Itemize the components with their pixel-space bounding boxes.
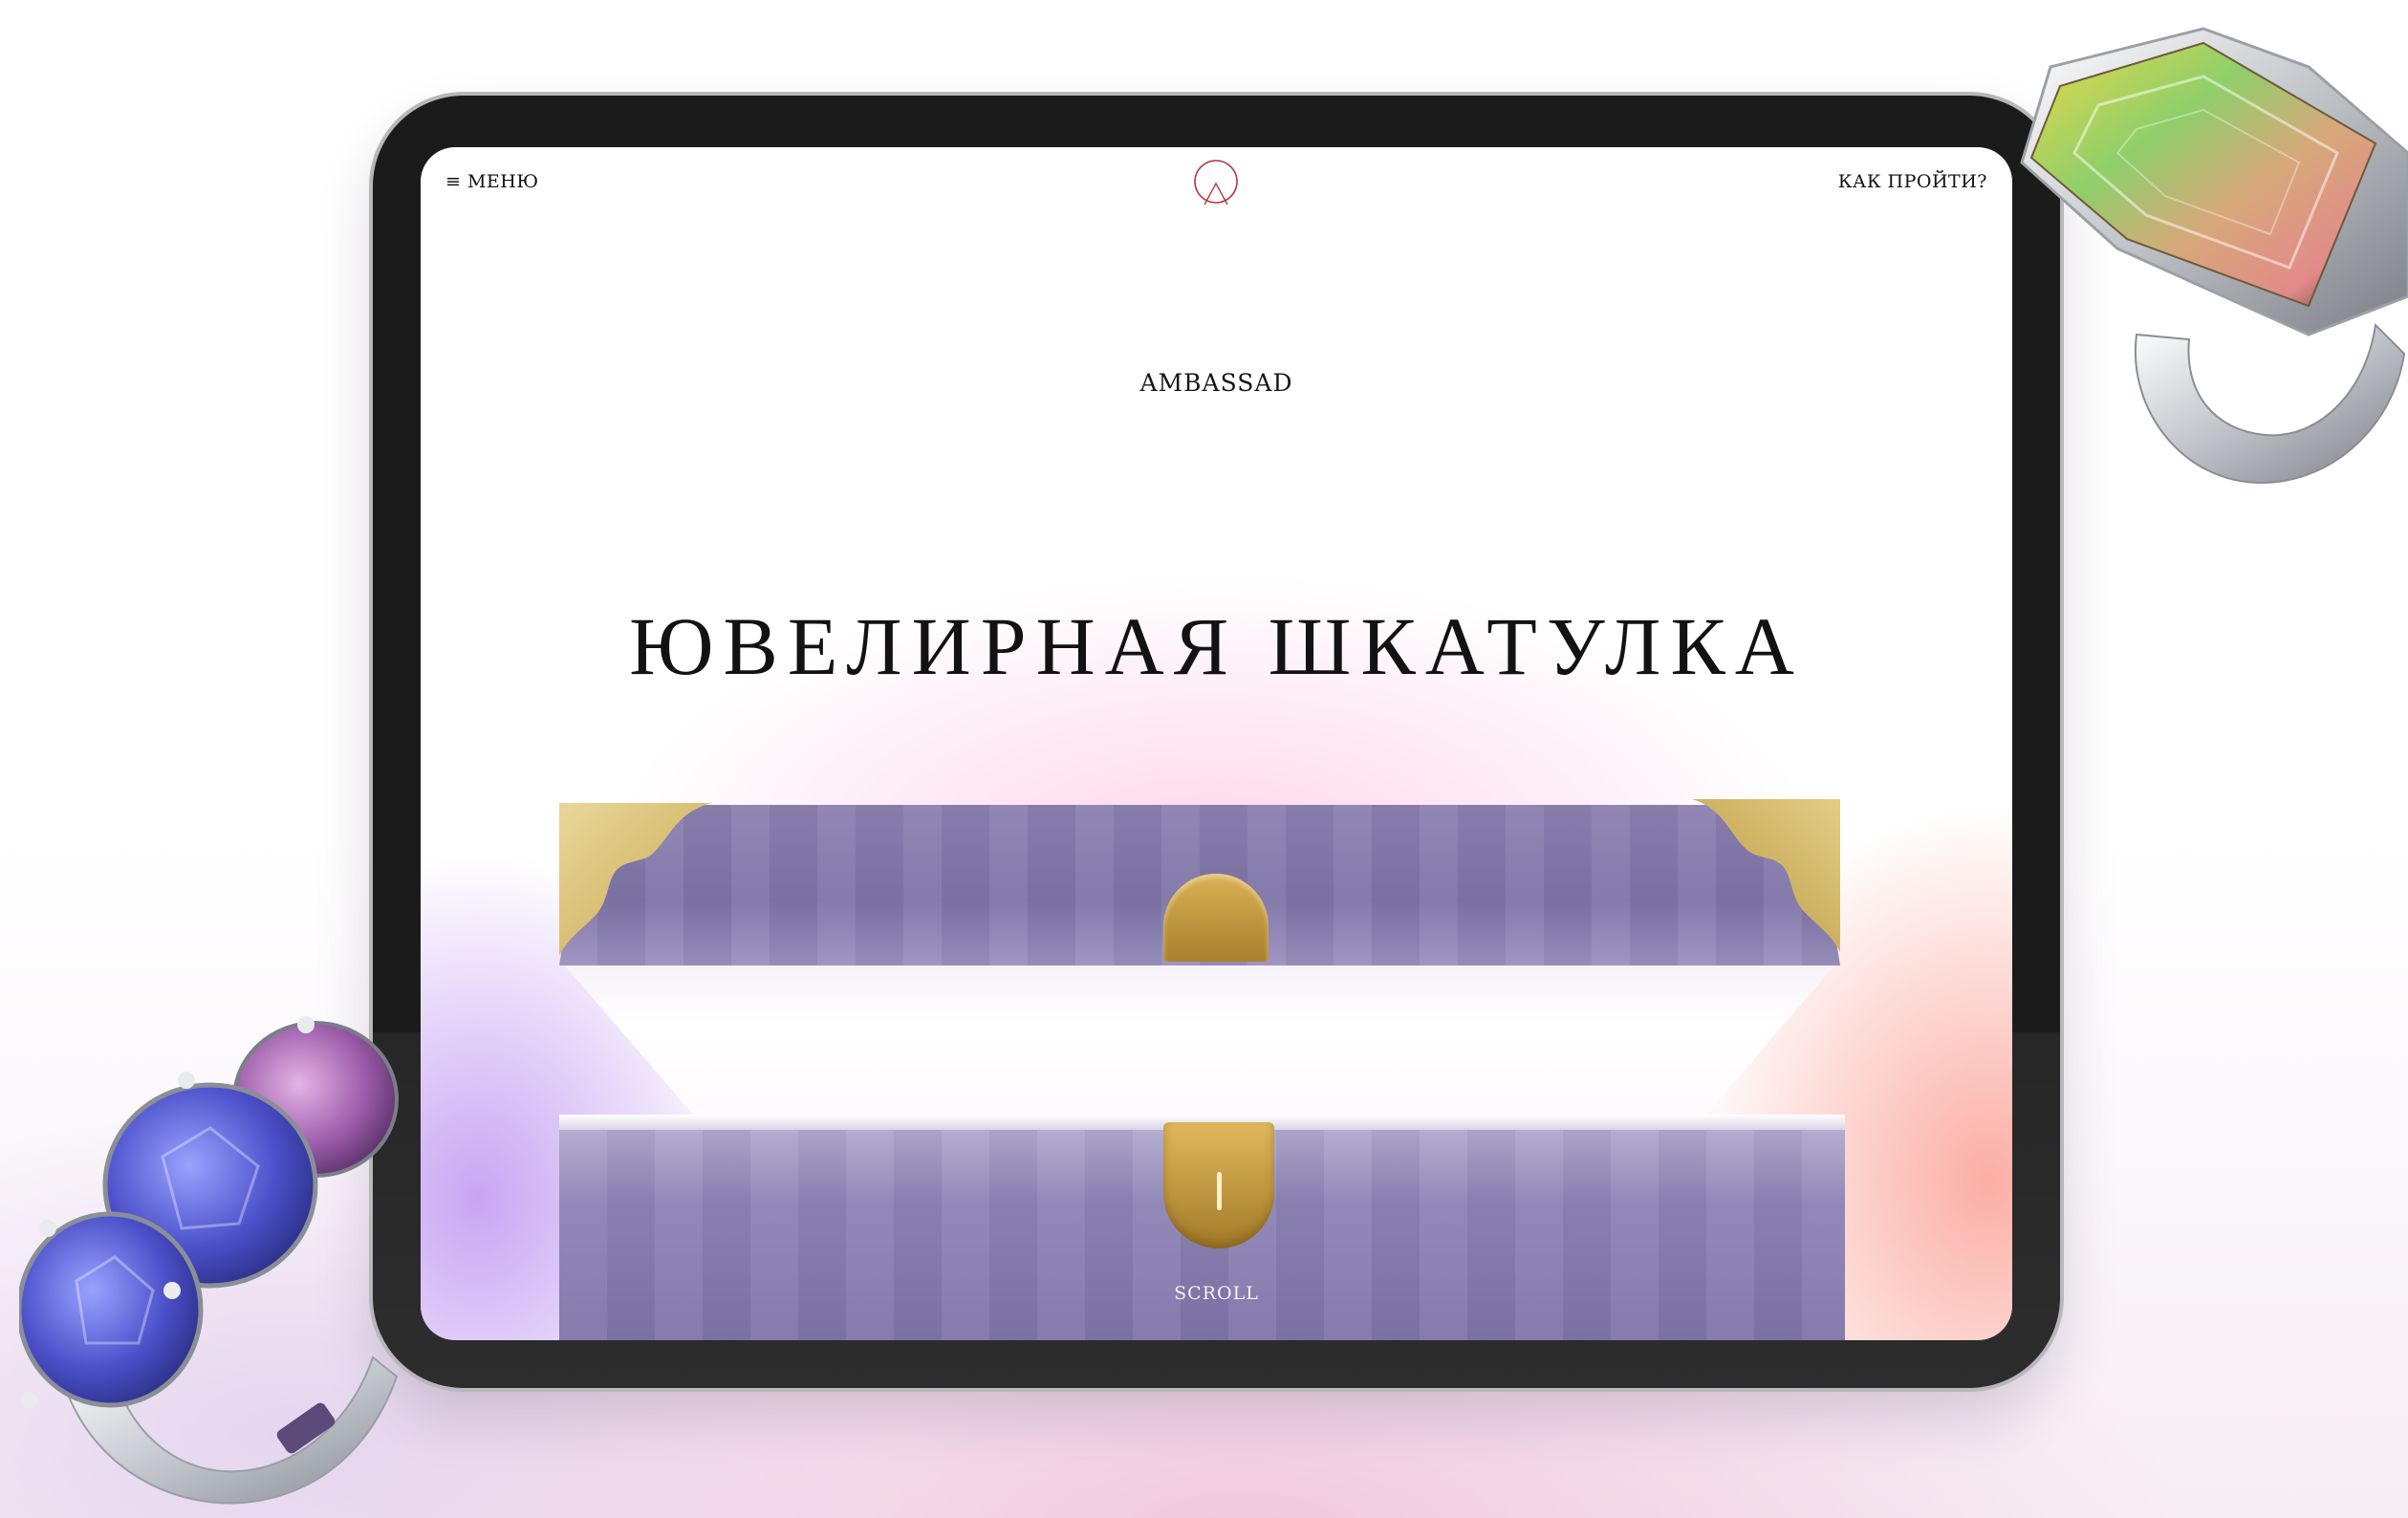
tablet-frame: ≡ МЕНЮ КАК ПРОЙТИ? AMBASSAD ЮВЕЛИРНАЯ ШК… <box>373 96 2060 1388</box>
gold-clasp-bottom <box>1163 1122 1274 1248</box>
tourmaline-ring-image <box>2020 27 2408 485</box>
brand-logo-icon[interactable] <box>1191 159 1241 208</box>
website-screen: ≡ МЕНЮ КАК ПРОЙТИ? AMBASSAD ЮВЕЛИРНАЯ ШК… <box>421 147 2012 1340</box>
directions-link[interactable]: КАК ПРОЙТИ? <box>1838 171 1987 192</box>
brand-name: AMBASSAD <box>1139 369 1293 397</box>
hero-title: ЮВЕЛИРНАЯ ШКАТУЛКА <box>629 600 1804 692</box>
box-lid-inner <box>564 965 1835 1127</box>
menu-button[interactable]: ≡ МЕНЮ <box>445 171 539 192</box>
clasp-slot <box>1217 1172 1222 1210</box>
scroll-indicator[interactable]: SCROLL <box>421 1283 2012 1304</box>
sapphire-ring-image <box>19 1016 399 1505</box>
